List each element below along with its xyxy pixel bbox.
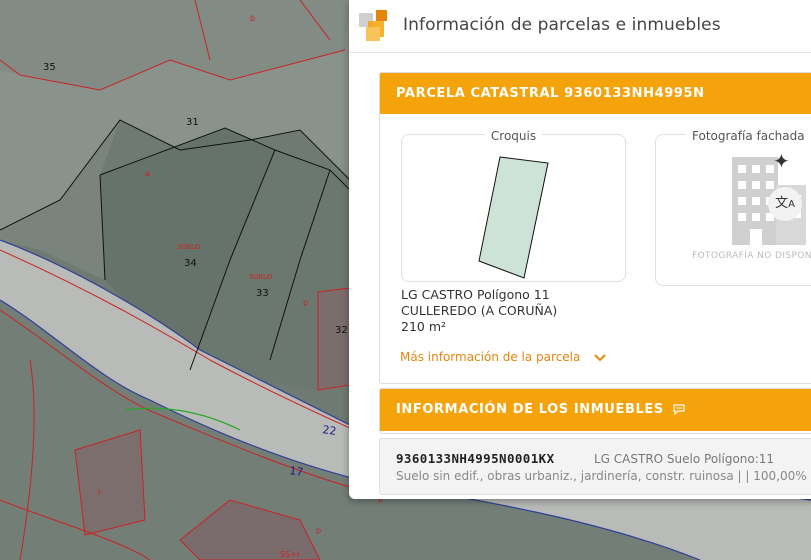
parcel-address: LG CASTRO Polígono 11 CULLEREDO (A CORUÑ…	[401, 287, 557, 335]
map-subparcel-letter: b	[250, 14, 255, 23]
sparkle-icon[interactable]: ✦	[773, 149, 790, 173]
parcel-area: 210 m²	[401, 319, 447, 334]
properties-card: INFORMACIÓN DE LOS INMUEBLES	[379, 388, 811, 434]
info-panel: Información de parcelas e inmuebles PARC…	[349, 0, 811, 499]
property-list-item[interactable]: 9360133NH4995N0001KX LG CASTRO Suelo Pol…	[379, 438, 811, 495]
map-use-label: SUELO	[249, 273, 273, 281]
facade-photo-box: Fotografía fachada ✦ 文A FOTOGRAFÍA NO DI…	[655, 129, 811, 286]
properties-header-label: INFORMACIÓN DE LOS INMUEBLES	[396, 402, 664, 417]
parcel-header[interactable]: PARCELA CATASTRAL 9360133NH4995N	[380, 73, 811, 114]
photo-label: Fotografía fachada	[686, 129, 811, 143]
map-road-number: 17	[289, 464, 305, 479]
map-parcel-number: 35	[43, 62, 56, 73]
chevron-down-icon	[594, 353, 606, 361]
property-description: Suelo sin edif., obras urbaniz., jardine…	[396, 469, 807, 483]
panel-header: Información de parcelas e inmuebles	[349, 0, 811, 53]
property-reference[interactable]: 9360133NH4995N0001KX	[396, 451, 555, 466]
more-info-link[interactable]: Más información de la parcela	[400, 350, 606, 364]
address-line-2: CULLEREDO (A CORUÑA)	[401, 303, 558, 318]
panel-title: Información de parcelas e inmuebles	[403, 15, 721, 35]
map-subparcel-letter: p	[316, 526, 321, 535]
map-subparcel-letter: I	[98, 488, 100, 497]
map-parcel-number: 32	[335, 325, 348, 336]
cadastre-logo-icon	[359, 10, 387, 41]
parcel-card: PARCELA CATASTRAL 9360133NH4995N Croquis…	[379, 72, 811, 384]
map-use-label: SUELO	[177, 243, 201, 251]
map-road-number: 22	[322, 423, 338, 438]
map-parcel-number: 33	[256, 288, 269, 299]
property-location: LG CASTRO Suelo Polígono:11	[594, 452, 775, 466]
map-subparcel-letter: a	[145, 169, 150, 178]
map-parcel-number: 31	[186, 117, 199, 128]
croquis-box: Croquis	[401, 129, 626, 282]
photo-unavailable-text: FOTOGRAFÍA NO DISPONIBLE	[692, 251, 811, 261]
properties-header[interactable]: INFORMACIÓN DE LOS INMUEBLES	[380, 389, 811, 431]
map-subparcel-letter: p	[303, 298, 308, 307]
translate-icon[interactable]: 文A	[768, 187, 802, 221]
more-info-label: Más información de la parcela	[400, 350, 581, 364]
address-line-1: LG CASTRO Polígono 11	[401, 287, 550, 302]
map-use-label: SS+I	[280, 550, 299, 559]
parcel-sketch[interactable]	[402, 135, 625, 281]
comment-icon[interactable]	[673, 404, 685, 416]
map-parcel-number: 34	[184, 258, 197, 269]
